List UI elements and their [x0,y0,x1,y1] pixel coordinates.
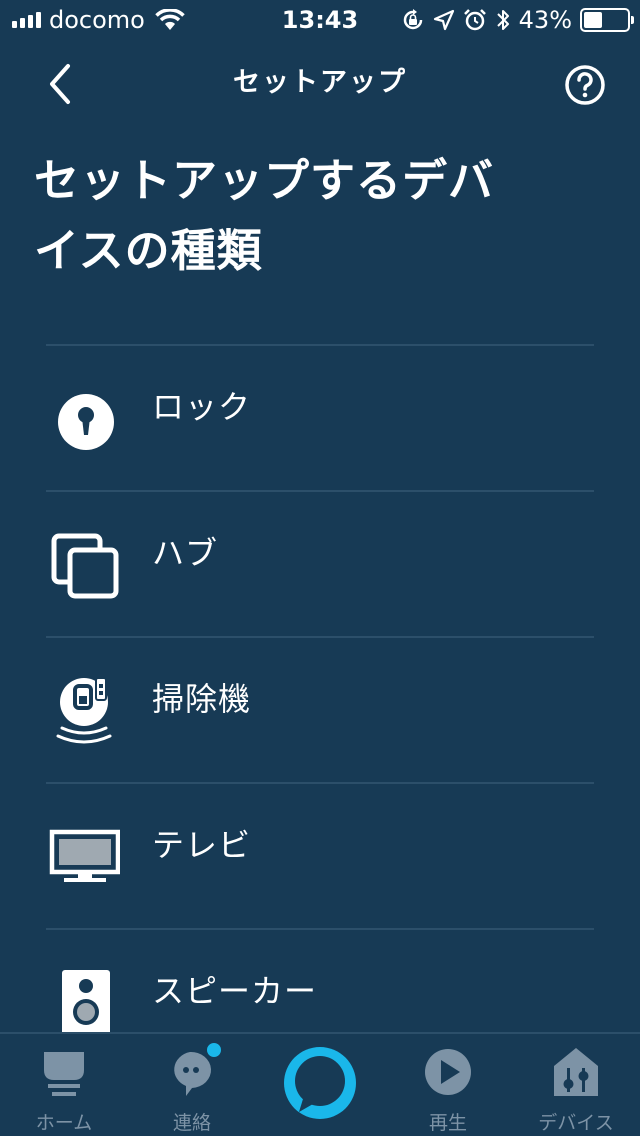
list-item-label: ハブ [152,534,219,572]
help-icon[interactable] [564,64,606,106]
device-type-list: ロック ハブ 掃除機 テレビ スピーカー [46,344,594,1074]
tab-label: 再生 [428,1112,467,1134]
devices-icon [554,1048,598,1096]
hub-icon [51,533,119,599]
nav-title: セットアップ [233,67,407,98]
communicate-icon [174,1041,223,1096]
rotation-lock-icon [403,9,422,30]
alexa-icon[interactable] [281,1044,359,1122]
tab-home[interactable]: ホーム [0,1034,128,1136]
tab-play[interactable]: 再生 [384,1034,512,1136]
page-title-line-2: イスの種類 [34,224,263,277]
battery-icon [580,8,634,32]
list-item-label: スピーカー [152,972,318,1010]
status-bar: docomo 13:43 43% [0,0,640,40]
play-icon [425,1049,471,1095]
list-item-label: テレビ [152,826,252,864]
list-item-lock[interactable]: ロック [46,344,594,490]
lock-icon [58,394,114,450]
list-item-tv[interactable]: テレビ [46,782,594,928]
bluetooth-icon [496,10,509,30]
tab-label: 連絡 [172,1112,211,1134]
location-icon [433,9,454,31]
tab-bar: ホーム 連絡 再生 デバイス [0,1032,640,1136]
page-title: セットアップするデバ イスの種類 [34,146,554,286]
list-item-hub[interactable]: ハブ [46,490,594,636]
tab-label: デバイス [538,1112,614,1134]
home-icon [44,1052,84,1096]
battery-percent: 43% [518,6,572,34]
tv-icon [49,829,120,882]
speaker-icon [62,970,110,1038]
list-item-label: 掃除機 [152,680,252,718]
tab-communicate[interactable]: 連絡 [128,1034,256,1136]
list-item-label: ロック [152,388,252,426]
list-item-vacuum[interactable]: 掃除機 [46,636,594,782]
tab-label: ホーム [35,1112,93,1134]
vacuum-icon [56,677,112,744]
alarm-icon [463,9,486,31]
page-title-line-1: セットアップするデバ [34,154,495,207]
tab-devices[interactable]: デバイス [512,1034,640,1136]
